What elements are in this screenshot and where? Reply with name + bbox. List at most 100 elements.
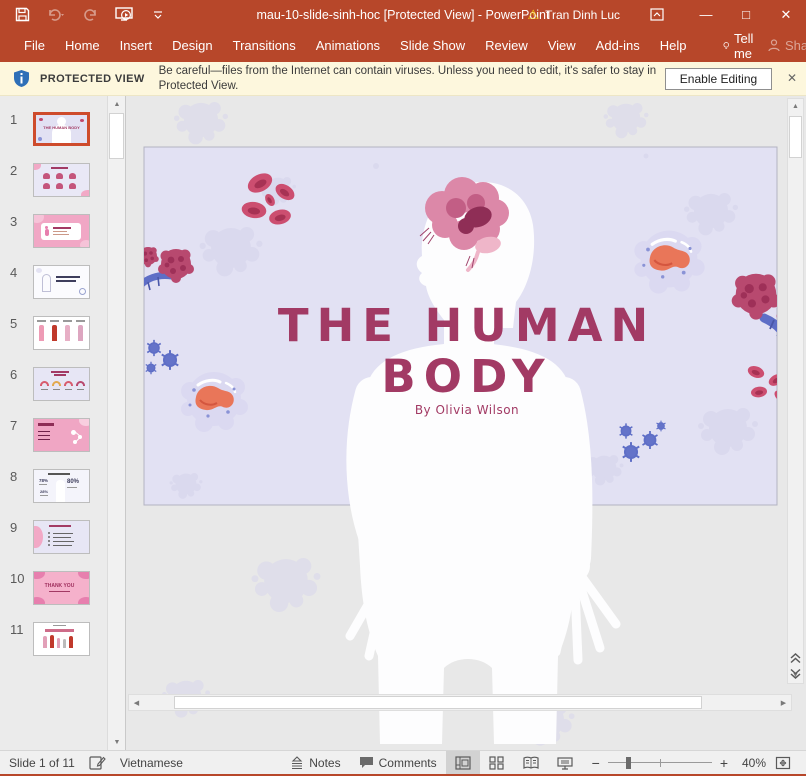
slide-show-view-button[interactable] bbox=[548, 751, 582, 774]
horizontal-scrollbar-thumb[interactable] bbox=[174, 696, 702, 709]
workspace: 1 THE HUMAN BODY 2 bbox=[0, 96, 806, 750]
spell-check-icon[interactable] bbox=[89, 755, 106, 770]
close-button[interactable]: ✕ bbox=[766, 0, 806, 29]
comments-icon bbox=[359, 756, 374, 769]
slide-indicator: Slide 1 of 11 bbox=[9, 756, 75, 770]
redo-icon[interactable] bbox=[80, 5, 100, 25]
tell-me-box[interactable]: Tell me bbox=[713, 24, 769, 68]
slide-number: 11 bbox=[10, 622, 24, 637]
slide-number: 9 bbox=[10, 520, 17, 535]
slide-thumbnail-11[interactable] bbox=[33, 622, 90, 656]
zoom-out-button[interactable]: − bbox=[592, 755, 600, 771]
vertical-scrollbar-thumb[interactable] bbox=[789, 116, 802, 158]
slide-1-artwork: THE HUMAN BODY By Olivia Wilson bbox=[126, 96, 806, 750]
person-icon bbox=[768, 39, 780, 52]
lightbulb-icon bbox=[723, 39, 729, 53]
scroll-right-icon[interactable]: ▶ bbox=[776, 695, 791, 710]
slide-number: 10 bbox=[10, 571, 24, 586]
enable-editing-button[interactable]: Enable Editing bbox=[665, 68, 772, 90]
zoom-in-button[interactable]: + bbox=[720, 755, 728, 771]
tab-slide-show[interactable]: Slide Show bbox=[390, 31, 475, 60]
thumbnail-scrollbar[interactable]: ▲ ▼ bbox=[107, 96, 125, 750]
slide-thumbnail-4[interactable] bbox=[33, 265, 90, 299]
slide-show-icon bbox=[557, 756, 573, 770]
slide-number: 3 bbox=[10, 214, 17, 229]
zoom-level[interactable]: 40% bbox=[734, 756, 766, 770]
notes-icon bbox=[290, 756, 304, 769]
account-warning-icon: ⚠ bbox=[527, 8, 539, 21]
undo-icon[interactable] bbox=[46, 5, 66, 25]
thumb8-pct-lower: 28% bbox=[40, 489, 48, 494]
slide-number: 1 bbox=[10, 112, 17, 127]
ribbon-tab-bar: File Home Insert Design Transitions Anim… bbox=[0, 29, 806, 62]
share-button[interactable]: Share bbox=[768, 38, 806, 53]
account-info[interactable]: ⚠ Tran Dinh Luc bbox=[527, 8, 620, 22]
protected-view-bar: PROTECTED VIEW Be careful—files from the… bbox=[0, 62, 806, 96]
normal-view-button[interactable] bbox=[446, 751, 480, 774]
tab-view[interactable]: View bbox=[538, 31, 586, 60]
ribbon-display-options-icon[interactable] bbox=[642, 0, 672, 29]
tab-help[interactable]: Help bbox=[650, 31, 697, 60]
slide-canvas[interactable]: THE HUMAN BODY By Olivia Wilson ▲ ▼ ◀ ▶ bbox=[126, 96, 806, 750]
slide-thumbnail-5[interactable] bbox=[33, 316, 90, 350]
horizontal-scrollbar[interactable]: ◀ ▶ bbox=[128, 694, 792, 711]
slide-thumbnail-7[interactable] bbox=[33, 418, 90, 452]
fit-to-window-icon bbox=[775, 756, 791, 770]
normal-view-icon bbox=[455, 756, 471, 770]
slide-number: 2 bbox=[10, 163, 17, 178]
tab-transitions[interactable]: Transitions bbox=[223, 31, 306, 60]
slide-thumbnail-1[interactable]: THE HUMAN BODY bbox=[33, 112, 90, 146]
slide-thumbnail-8[interactable]: 78% 80% 28% bbox=[33, 469, 90, 503]
tab-home[interactable]: Home bbox=[55, 31, 110, 60]
customize-qat-chevron-icon[interactable] bbox=[148, 5, 168, 25]
reading-view-button[interactable] bbox=[514, 751, 548, 774]
slide-thumbnail-10[interactable]: THANK YOU bbox=[33, 571, 90, 605]
slide-sorter-view-button[interactable] bbox=[480, 751, 514, 774]
notes-toggle[interactable]: Notes bbox=[281, 751, 349, 774]
shield-info-icon bbox=[13, 69, 30, 88]
tab-file[interactable]: File bbox=[14, 31, 55, 60]
tab-design[interactable]: Design bbox=[162, 31, 222, 60]
zoom-slider[interactable] bbox=[608, 756, 712, 770]
slide-number: 7 bbox=[10, 418, 17, 433]
comments-toggle[interactable]: Comments bbox=[350, 751, 446, 774]
slide-thumbnail-6[interactable] bbox=[33, 367, 90, 401]
minimize-button[interactable]: — bbox=[686, 0, 726, 29]
thumb1-title: THE HUMAN BODY bbox=[36, 126, 87, 131]
scroll-up-icon[interactable]: ▲ bbox=[109, 96, 125, 112]
slide-sorter-icon bbox=[489, 756, 504, 770]
thumbnail-scrollbar-thumb[interactable] bbox=[109, 113, 124, 159]
slide-number: 8 bbox=[10, 469, 17, 484]
title-bar: mau-10-slide-sinh-hoc [Protected View] -… bbox=[0, 0, 806, 29]
start-slideshow-icon[interactable] bbox=[114, 5, 134, 25]
thumb8-pct-right: 80% bbox=[67, 479, 79, 485]
slide-number: 5 bbox=[10, 316, 17, 331]
account-name: Tran Dinh Luc bbox=[545, 8, 620, 22]
tab-animations[interactable]: Animations bbox=[306, 31, 390, 60]
tab-review[interactable]: Review bbox=[475, 31, 538, 60]
previous-slide-button[interactable] bbox=[789, 652, 802, 664]
scroll-down-icon[interactable]: ▼ bbox=[109, 734, 125, 750]
slide-thumbnail-3[interactable] bbox=[33, 214, 90, 248]
vertical-scrollbar[interactable]: ▲ ▼ bbox=[787, 98, 804, 684]
language-indicator[interactable]: Vietnamese bbox=[120, 756, 183, 770]
slide-byline: By Olivia Wilson bbox=[415, 403, 519, 417]
scroll-up-icon[interactable]: ▲ bbox=[788, 99, 803, 114]
tab-insert[interactable]: Insert bbox=[110, 31, 163, 60]
zoom-slider-thumb[interactable] bbox=[626, 757, 631, 769]
next-slide-button[interactable] bbox=[789, 668, 802, 680]
tab-add-ins[interactable]: Add-ins bbox=[586, 31, 650, 60]
slide-thumbnail-9[interactable] bbox=[33, 520, 90, 554]
thumb10-title: THANK YOU bbox=[34, 583, 85, 589]
protected-view-label: PROTECTED VIEW bbox=[40, 73, 145, 85]
slide-number: 4 bbox=[10, 265, 17, 280]
fit-slide-to-window-button[interactable] bbox=[766, 751, 800, 774]
slide-thumbnail-panel: 1 THE HUMAN BODY 2 bbox=[0, 96, 126, 750]
reading-view-icon bbox=[523, 756, 539, 770]
dismiss-bar-icon[interactable]: ✕ bbox=[787, 71, 797, 85]
maximize-button[interactable]: □ bbox=[726, 0, 766, 29]
scroll-left-icon[interactable]: ◀ bbox=[129, 695, 144, 710]
save-icon[interactable] bbox=[12, 5, 32, 25]
slide-number: 6 bbox=[10, 367, 17, 382]
slide-thumbnail-2[interactable] bbox=[33, 163, 90, 197]
